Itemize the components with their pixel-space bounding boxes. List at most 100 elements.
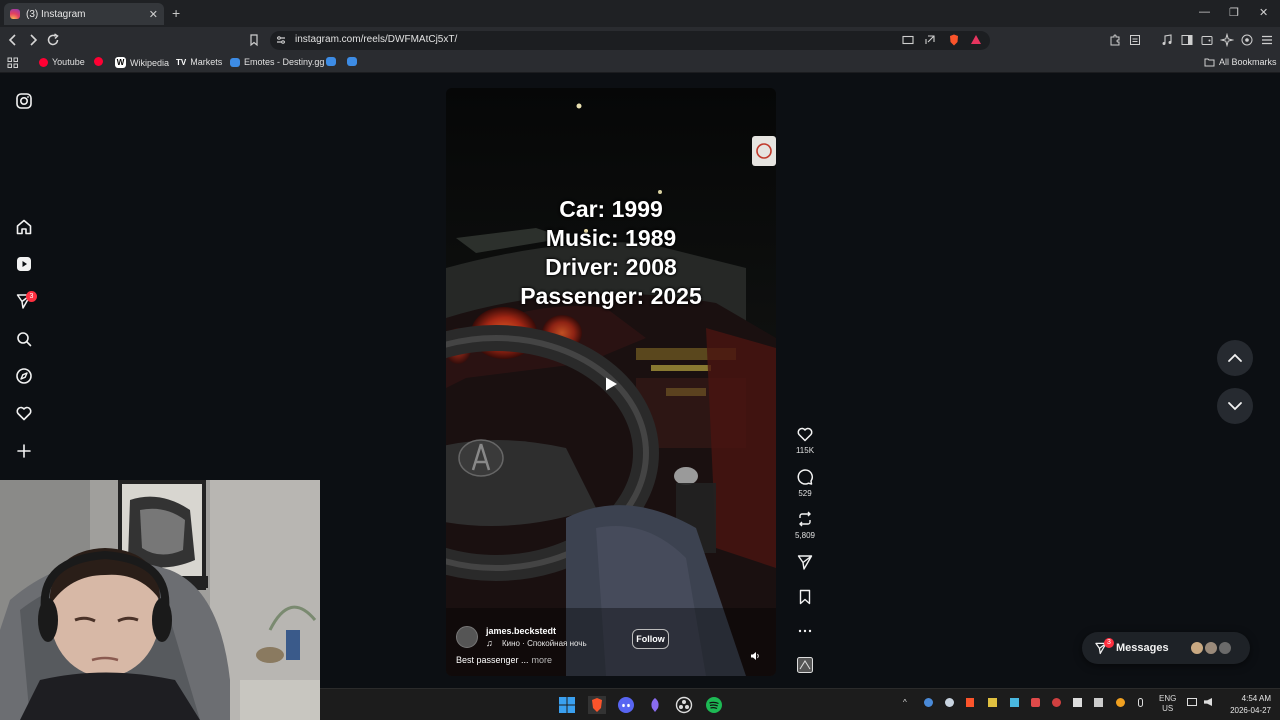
wallet-icon[interactable]: [1200, 33, 1214, 47]
clock-time[interactable]: 4:54 AM: [1237, 694, 1271, 703]
windows-start-icon[interactable]: [558, 696, 576, 714]
forward-button[interactable]: [25, 32, 41, 48]
messages-badge: 3: [1104, 638, 1114, 648]
like-button[interactable]: 115K: [790, 425, 820, 455]
tray-app-icon-3[interactable]: [1010, 698, 1019, 709]
volume-tray-icon[interactable]: [1204, 698, 1212, 708]
notifications-heart-icon[interactable]: [15, 404, 33, 422]
tray-app-icon-2[interactable]: [988, 698, 997, 709]
tray-overflow-icon[interactable]: ^: [903, 698, 907, 707]
new-tab-button[interactable]: +: [172, 5, 180, 21]
minimize-button[interactable]: —: [1199, 6, 1210, 18]
follow-button[interactable]: Follow: [632, 629, 669, 649]
comment-button[interactable]: 529: [790, 468, 820, 498]
play-icon[interactable]: [603, 376, 619, 392]
overlay-line-car: Car: 1999: [559, 196, 663, 222]
brave-shields-icon[interactable]: [947, 33, 961, 47]
audio-thumbnail-button[interactable]: [790, 656, 820, 674]
search-icon[interactable]: [15, 330, 33, 348]
vpn-icon[interactable]: [1240, 33, 1254, 47]
tray-app-icon-8[interactable]: [1116, 698, 1125, 709]
microphone-icon[interactable]: [1138, 698, 1143, 709]
folder-icon: [1204, 58, 1215, 67]
next-reel-button[interactable]: [1217, 388, 1253, 424]
more-link[interactable]: more: [532, 655, 553, 665]
sidebar-toggle-icon[interactable]: [1180, 33, 1194, 47]
like-count: 115K: [795, 446, 815, 455]
cast-icon[interactable]: [901, 33, 915, 47]
brave-tray-icon[interactable]: [966, 698, 974, 709]
youtube-icon: [94, 57, 103, 66]
bookmark-page-icon[interactable]: [247, 33, 261, 47]
creator-avatar[interactable]: [456, 626, 478, 648]
more-options-button[interactable]: [790, 622, 820, 640]
all-bookmarks-button[interactable]: All Bookmarks: [1204, 57, 1277, 67]
repost-button[interactable]: 5,809: [790, 510, 820, 540]
instagram-logo-icon[interactable]: [15, 92, 33, 110]
reader-icon[interactable]: [1128, 33, 1142, 47]
reload-button[interactable]: [45, 32, 61, 48]
apps-grid-icon[interactable]: [7, 57, 19, 69]
leo-ai-icon[interactable]: [1220, 33, 1234, 47]
discord-icon[interactable]: [617, 696, 635, 714]
bookmark-destiny-2[interactable]: [326, 57, 336, 66]
destiny-icon: [347, 57, 357, 66]
bookmark-icon: [799, 589, 811, 605]
tab-close-icon[interactable]: ✕: [149, 8, 158, 21]
bookmark-youtube[interactable]: Youtube: [39, 57, 85, 67]
menu-icon[interactable]: [1260, 33, 1274, 47]
clock-date[interactable]: 2026-04-27: [1222, 706, 1271, 715]
bookmark-markets[interactable]: TV Markets: [176, 57, 222, 67]
comment-count: 529: [798, 489, 812, 498]
audio-thumbnail-icon: [797, 657, 813, 673]
tray-app-icon-7[interactable]: [1094, 698, 1103, 709]
obs-icon[interactable]: [675, 696, 693, 714]
destiny-icon: [326, 57, 336, 66]
save-button[interactable]: [790, 588, 820, 606]
create-plus-icon[interactable]: [15, 442, 33, 460]
back-button[interactable]: [5, 32, 21, 48]
app-launcher-icon[interactable]: [646, 696, 664, 714]
tray-app-icon-5[interactable]: [1052, 698, 1061, 709]
share-button[interactable]: [790, 553, 820, 571]
tray-app-icon-6[interactable]: [1073, 698, 1082, 709]
browser-tab-bar: [0, 0, 1280, 27]
url-text[interactable]: instagram.com/reels/DWFMAtCj5xT/: [295, 34, 457, 45]
network-icon[interactable]: [1187, 698, 1197, 708]
share-send-icon: [797, 555, 813, 570]
tray-app-icon-4[interactable]: [1031, 698, 1040, 709]
reel-video[interactable]: Car: 1999 Music: 1989 Driver: 2008 Passe…: [446, 88, 776, 676]
overlay-line-passenger: Passenger: 2025: [520, 283, 702, 309]
tray-app-icon[interactable]: [924, 698, 933, 709]
webcam-feed: [0, 480, 320, 720]
audio-track[interactable]: Кино · Спокойная ночь: [502, 639, 587, 648]
brave-rewards-icon[interactable]: [969, 33, 983, 47]
bookmark-youtube-2[interactable]: [94, 57, 103, 66]
messages-button[interactable]: 3 Messages: [1082, 632, 1250, 664]
site-info-icon[interactable]: [274, 33, 288, 47]
share-icon[interactable]: [923, 33, 937, 47]
home-icon[interactable]: [15, 218, 33, 236]
media-icon[interactable]: [1160, 33, 1174, 47]
bookmark-destiny-3[interactable]: [347, 57, 357, 66]
steam-icon[interactable]: [945, 698, 954, 709]
bookmark-destiny[interactable]: Emotes - Destiny.gg: [230, 57, 324, 67]
brave-browser-icon[interactable]: [588, 696, 606, 714]
previous-reel-button[interactable]: [1217, 340, 1253, 376]
windows-taskbar: [320, 688, 1280, 720]
language-indicator[interactable]: ENG US: [1159, 694, 1176, 714]
messages-label: Messages: [1116, 642, 1169, 654]
heart-icon: [797, 427, 813, 442]
reels-icon[interactable]: [15, 255, 33, 273]
restore-button[interactable]: ❐: [1229, 6, 1239, 19]
extensions-icon[interactable]: [1108, 33, 1122, 47]
repost-icon: [799, 511, 811, 527]
volume-icon[interactable]: [750, 651, 760, 661]
browser-tab[interactable]: (3) Instagram ✕: [4, 3, 164, 25]
explore-icon[interactable]: [15, 367, 33, 385]
creator-username[interactable]: james.beckstedt: [486, 626, 556, 636]
window-close-button[interactable]: ✕: [1259, 6, 1268, 19]
bookmark-wikipedia[interactable]: W Wikipedia: [115, 57, 169, 68]
spotify-icon[interactable]: [705, 696, 723, 714]
chevron-up-icon: [1228, 353, 1242, 362]
